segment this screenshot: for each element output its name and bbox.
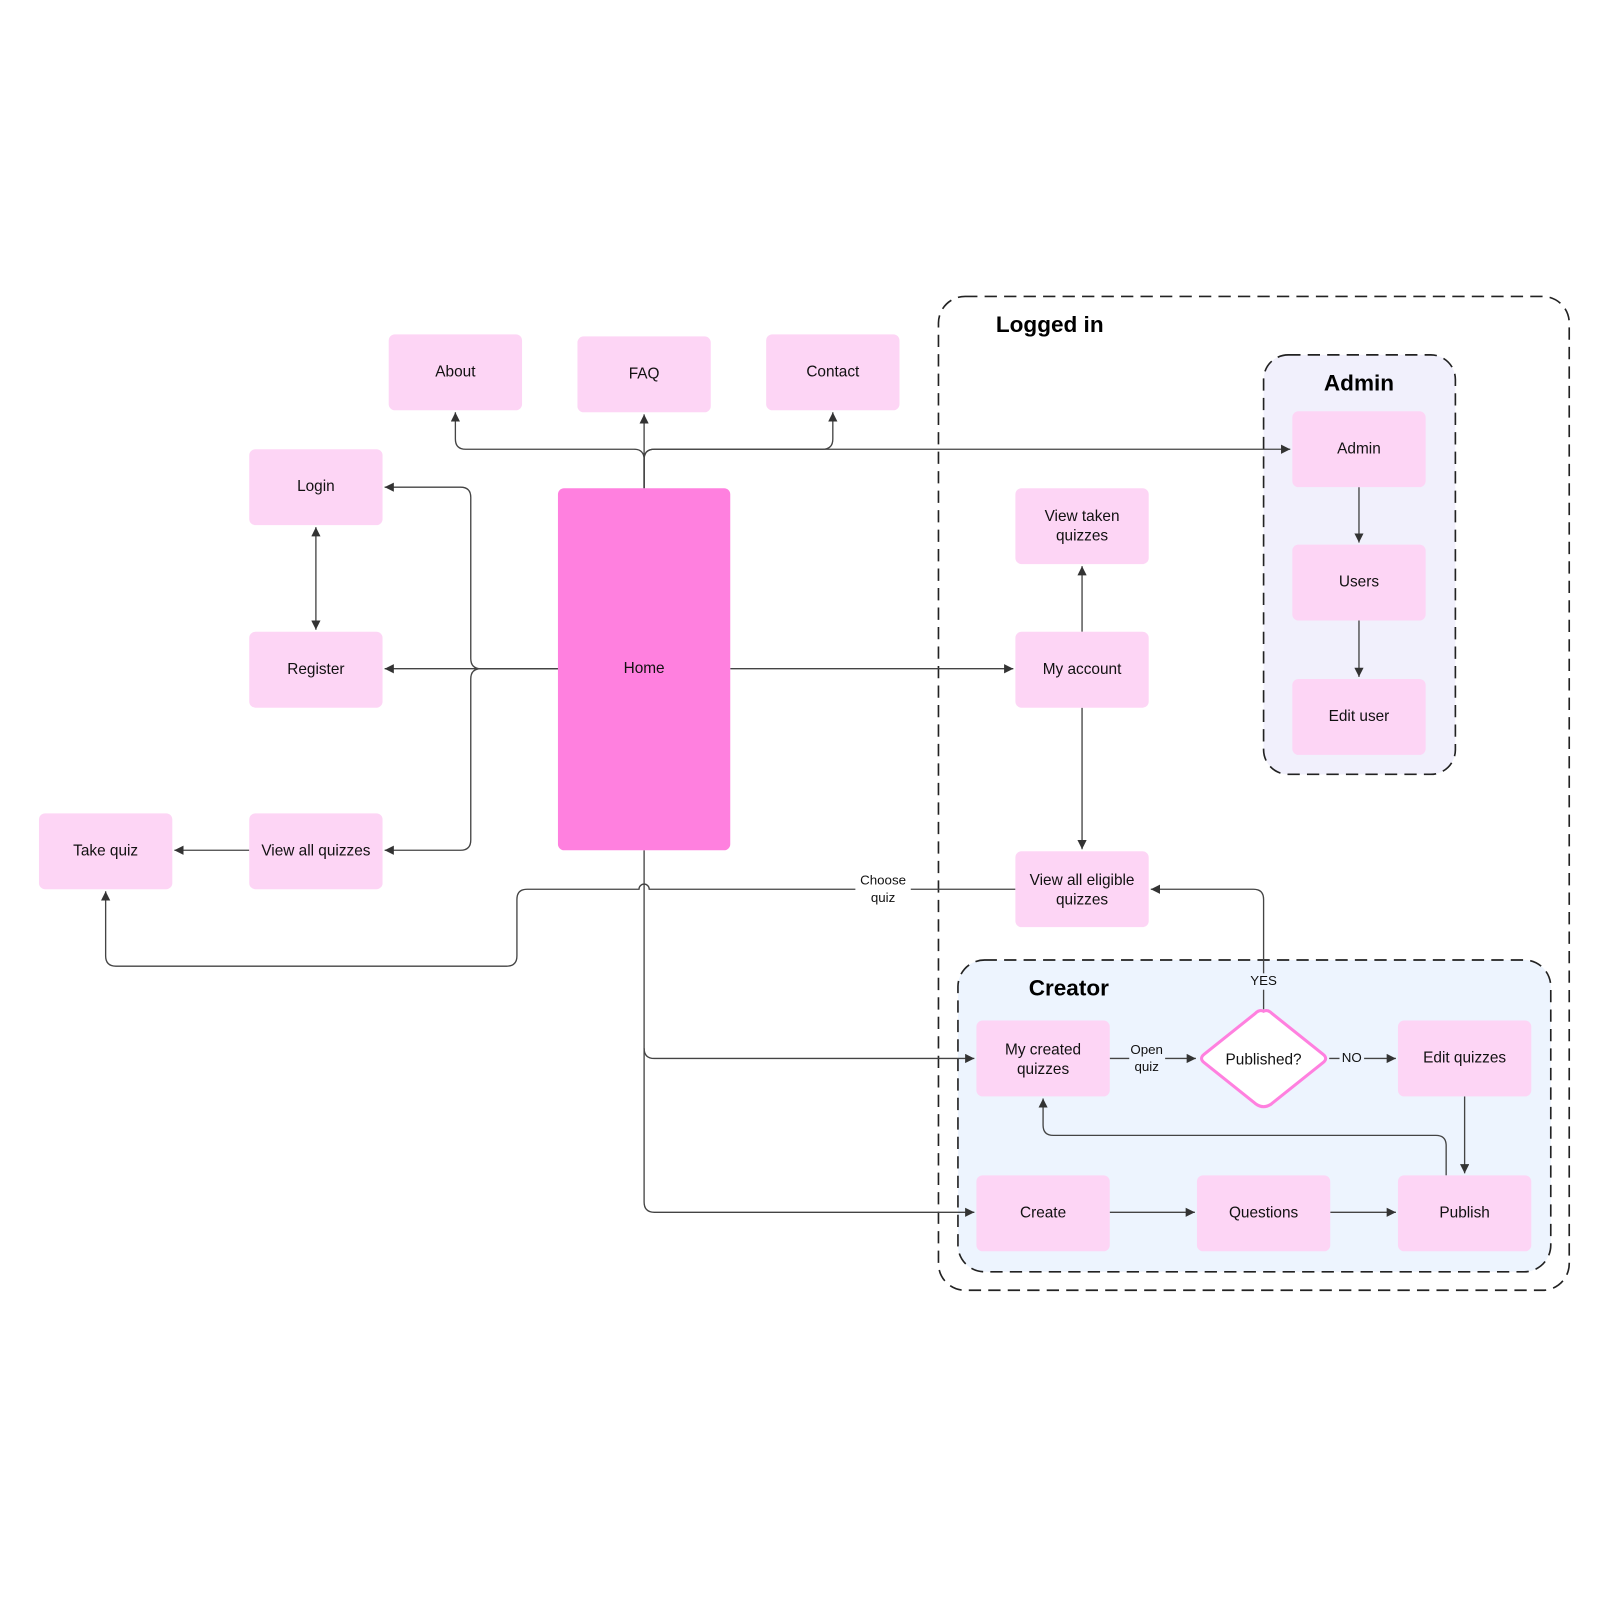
edge-home-admin [643, 444, 1291, 489]
node-label: Edit quizzes [1423, 1050, 1506, 1067]
node-label: View taken [1045, 508, 1120, 525]
label-text: YES [1250, 973, 1277, 988]
node-edit-user[interactable]: Edit user [1292, 678, 1426, 755]
node-admin[interactable]: Admin [1292, 411, 1426, 488]
node-users[interactable]: Users [1292, 544, 1426, 621]
node-view-taken-quizzes[interactable]: View taken quizzes [1015, 488, 1149, 565]
edge-home-create [643, 1048, 975, 1217]
label-line: quiz [871, 890, 895, 905]
node-label: Create [1020, 1204, 1066, 1221]
logged-in-title: Logged in [996, 312, 1104, 337]
node-about[interactable]: About [388, 334, 523, 411]
node-label: Take quiz [73, 842, 138, 859]
node-label: Contact [806, 363, 860, 380]
edge-home-contact [643, 412, 838, 489]
edge-home-about [450, 412, 645, 489]
node-view-eligible-quizzes[interactable]: View all eligible quizzes [1015, 851, 1149, 928]
node-edit-quizzes[interactable]: Edit quizzes [1397, 1020, 1532, 1097]
node-create[interactable]: Create [976, 1175, 1110, 1252]
node-publish[interactable]: Publish [1397, 1175, 1532, 1252]
edge-label-no: NO [1339, 1050, 1365, 1067]
edge-label-yes: YES [1247, 973, 1280, 990]
node-questions[interactable]: Questions [1196, 1175, 1331, 1252]
node-contact[interactable]: Contact [766, 334, 900, 411]
node-faq[interactable]: FAQ [577, 336, 711, 413]
node-label: About [435, 363, 476, 380]
node-label: quizzes [1056, 892, 1108, 909]
node-my-account[interactable]: My account [1015, 631, 1149, 708]
sitemap-diagram: Logged in Admin Creator Choose quiz Open… [38, 295, 1571, 1292]
node-login[interactable]: Login [249, 449, 383, 526]
node-label: Publish [1439, 1204, 1489, 1221]
node-label: quizzes [1017, 1061, 1069, 1078]
node-label: Users [1339, 574, 1379, 591]
creator-group-title: Creator [1029, 976, 1109, 1001]
edge-home-my-created [643, 850, 975, 1064]
node-label: Published? [1226, 1052, 1302, 1069]
edge-home-login [384, 482, 558, 670]
edge-label-choose-quiz: Choose quiz [855, 873, 911, 907]
node-home[interactable]: Home [557, 488, 731, 851]
node-label: Edit user [1329, 708, 1390, 725]
node-view-all-quizzes[interactable]: View all quizzes [249, 813, 383, 890]
node-my-created-quizzes[interactable]: My created quizzes [976, 1020, 1110, 1097]
label-line: quiz [1134, 1059, 1158, 1074]
node-label: My account [1043, 661, 1122, 678]
label-text: NO [1342, 1050, 1362, 1065]
node-label: quizzes [1056, 527, 1108, 544]
node-label: Admin [1337, 440, 1381, 457]
node-take-quiz[interactable]: Take quiz [38, 813, 173, 890]
admin-group-title: Admin [1324, 371, 1394, 396]
node-label: Register [287, 661, 344, 678]
node-label: Home [624, 660, 665, 677]
edge-label-open-quiz: Open quiz [1129, 1042, 1166, 1075]
node-label: View all eligible [1030, 872, 1135, 889]
label-line: Choose [860, 873, 906, 888]
node-label: Questions [1229, 1204, 1299, 1221]
node-label: FAQ [629, 365, 660, 382]
node-label: Login [297, 478, 335, 495]
node-label: My created [1005, 1041, 1081, 1058]
edge-home-view-all-quizzes [384, 668, 558, 855]
label-line: Open [1130, 1042, 1163, 1057]
node-label: View all quizzes [261, 842, 370, 859]
node-register[interactable]: Register [249, 631, 383, 708]
